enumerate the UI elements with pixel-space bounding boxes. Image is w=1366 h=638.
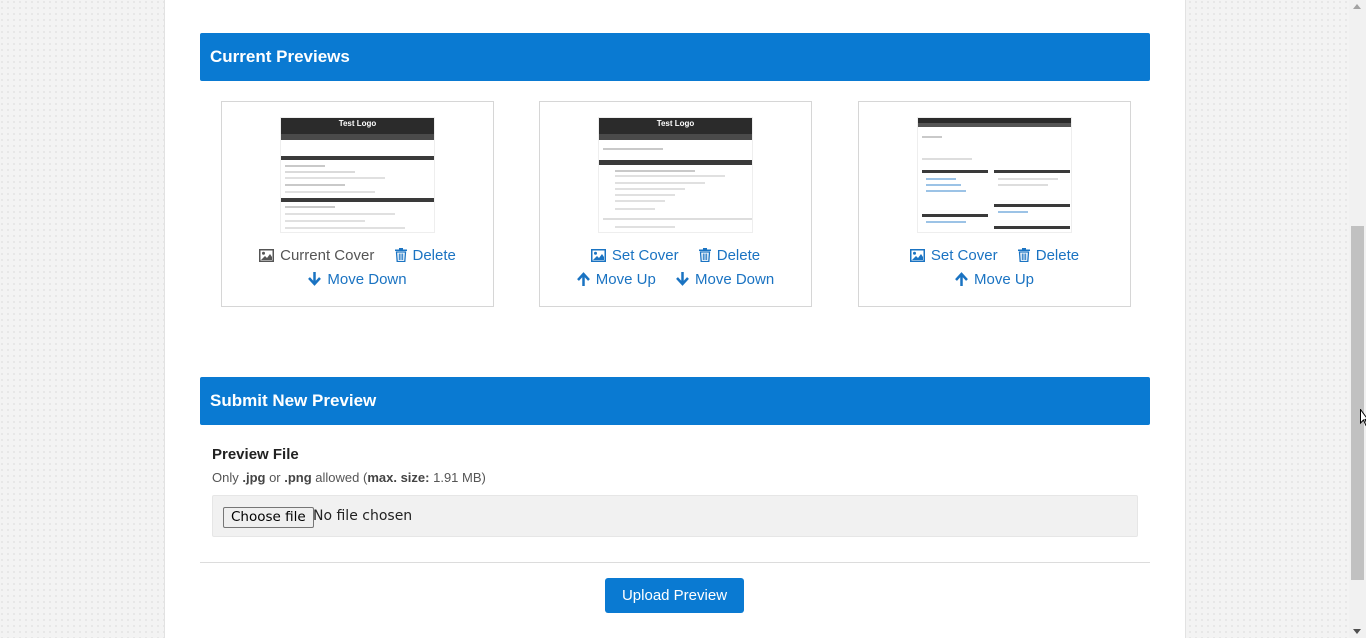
preview-thumbnail-2[interactable]: Test Logo [598, 117, 753, 233]
no-file-chosen-text: No file chosen [313, 508, 413, 524]
thumb-logo-1: Test Logo [338, 119, 377, 128]
page-content: Current Previews Test Logo Current Cover [164, 0, 1186, 638]
scroll-down-arrow-icon[interactable] [1353, 629, 1361, 634]
delete-button[interactable]: Delete [394, 247, 456, 264]
arrow-up-icon [955, 272, 968, 286]
preview-card-1: Test Logo Current Cover Delete Move Down [221, 101, 494, 307]
move-down-button[interactable]: Move Down [676, 271, 774, 288]
image-icon [909, 249, 925, 262]
arrow-up-icon [576, 272, 590, 286]
arrow-down-icon [308, 272, 322, 286]
trash-icon [698, 248, 711, 263]
trash-icon [1017, 248, 1030, 263]
file-hint: Only .jpg or .png allowed (max. size: 1.… [212, 470, 486, 485]
preview-file-label: Preview File [212, 446, 299, 463]
preview-card-3: Set Cover Delete Move Up [858, 101, 1131, 307]
thumb-logo-2: Test Logo [656, 119, 695, 128]
image-icon [259, 249, 275, 262]
move-down-button[interactable]: Move Down [308, 271, 407, 288]
vertical-scrollbar[interactable] [1349, 0, 1366, 638]
scroll-up-arrow-icon[interactable] [1353, 4, 1361, 9]
current-previews-title: Current Previews [210, 47, 350, 66]
arrow-down-icon [676, 272, 689, 286]
choose-file-button[interactable]: Choose file [223, 507, 314, 528]
upload-preview-button[interactable]: Upload Preview [605, 578, 744, 613]
image-icon [590, 249, 606, 262]
delete-button[interactable]: Delete [1017, 247, 1079, 264]
set-cover-button[interactable]: Set Cover [590, 247, 679, 264]
set-cover-button[interactable]: Set Cover [909, 247, 998, 264]
preview-thumbnail-1[interactable]: Test Logo [280, 117, 435, 233]
divider [200, 562, 1150, 563]
move-up-button[interactable]: Move Up [576, 271, 656, 288]
preview-card-2: Test Logo Set Cover Delete Move Up Move … [539, 101, 812, 307]
current-cover-label: Current Cover [259, 247, 374, 264]
current-previews-header: Current Previews [200, 33, 1150, 81]
delete-button[interactable]: Delete [698, 247, 760, 264]
scroll-thumb[interactable] [1351, 226, 1364, 580]
file-input[interactable]: Choose file No file chosen [212, 495, 1138, 537]
trash-icon [394, 248, 407, 263]
submit-preview-title: Submit New Preview [210, 391, 377, 410]
move-up-button[interactable]: Move Up [955, 271, 1034, 288]
submit-preview-header: Submit New Preview [200, 377, 1150, 425]
mouse-cursor-icon [1360, 409, 1366, 427]
preview-thumbnail-3[interactable] [917, 117, 1072, 233]
